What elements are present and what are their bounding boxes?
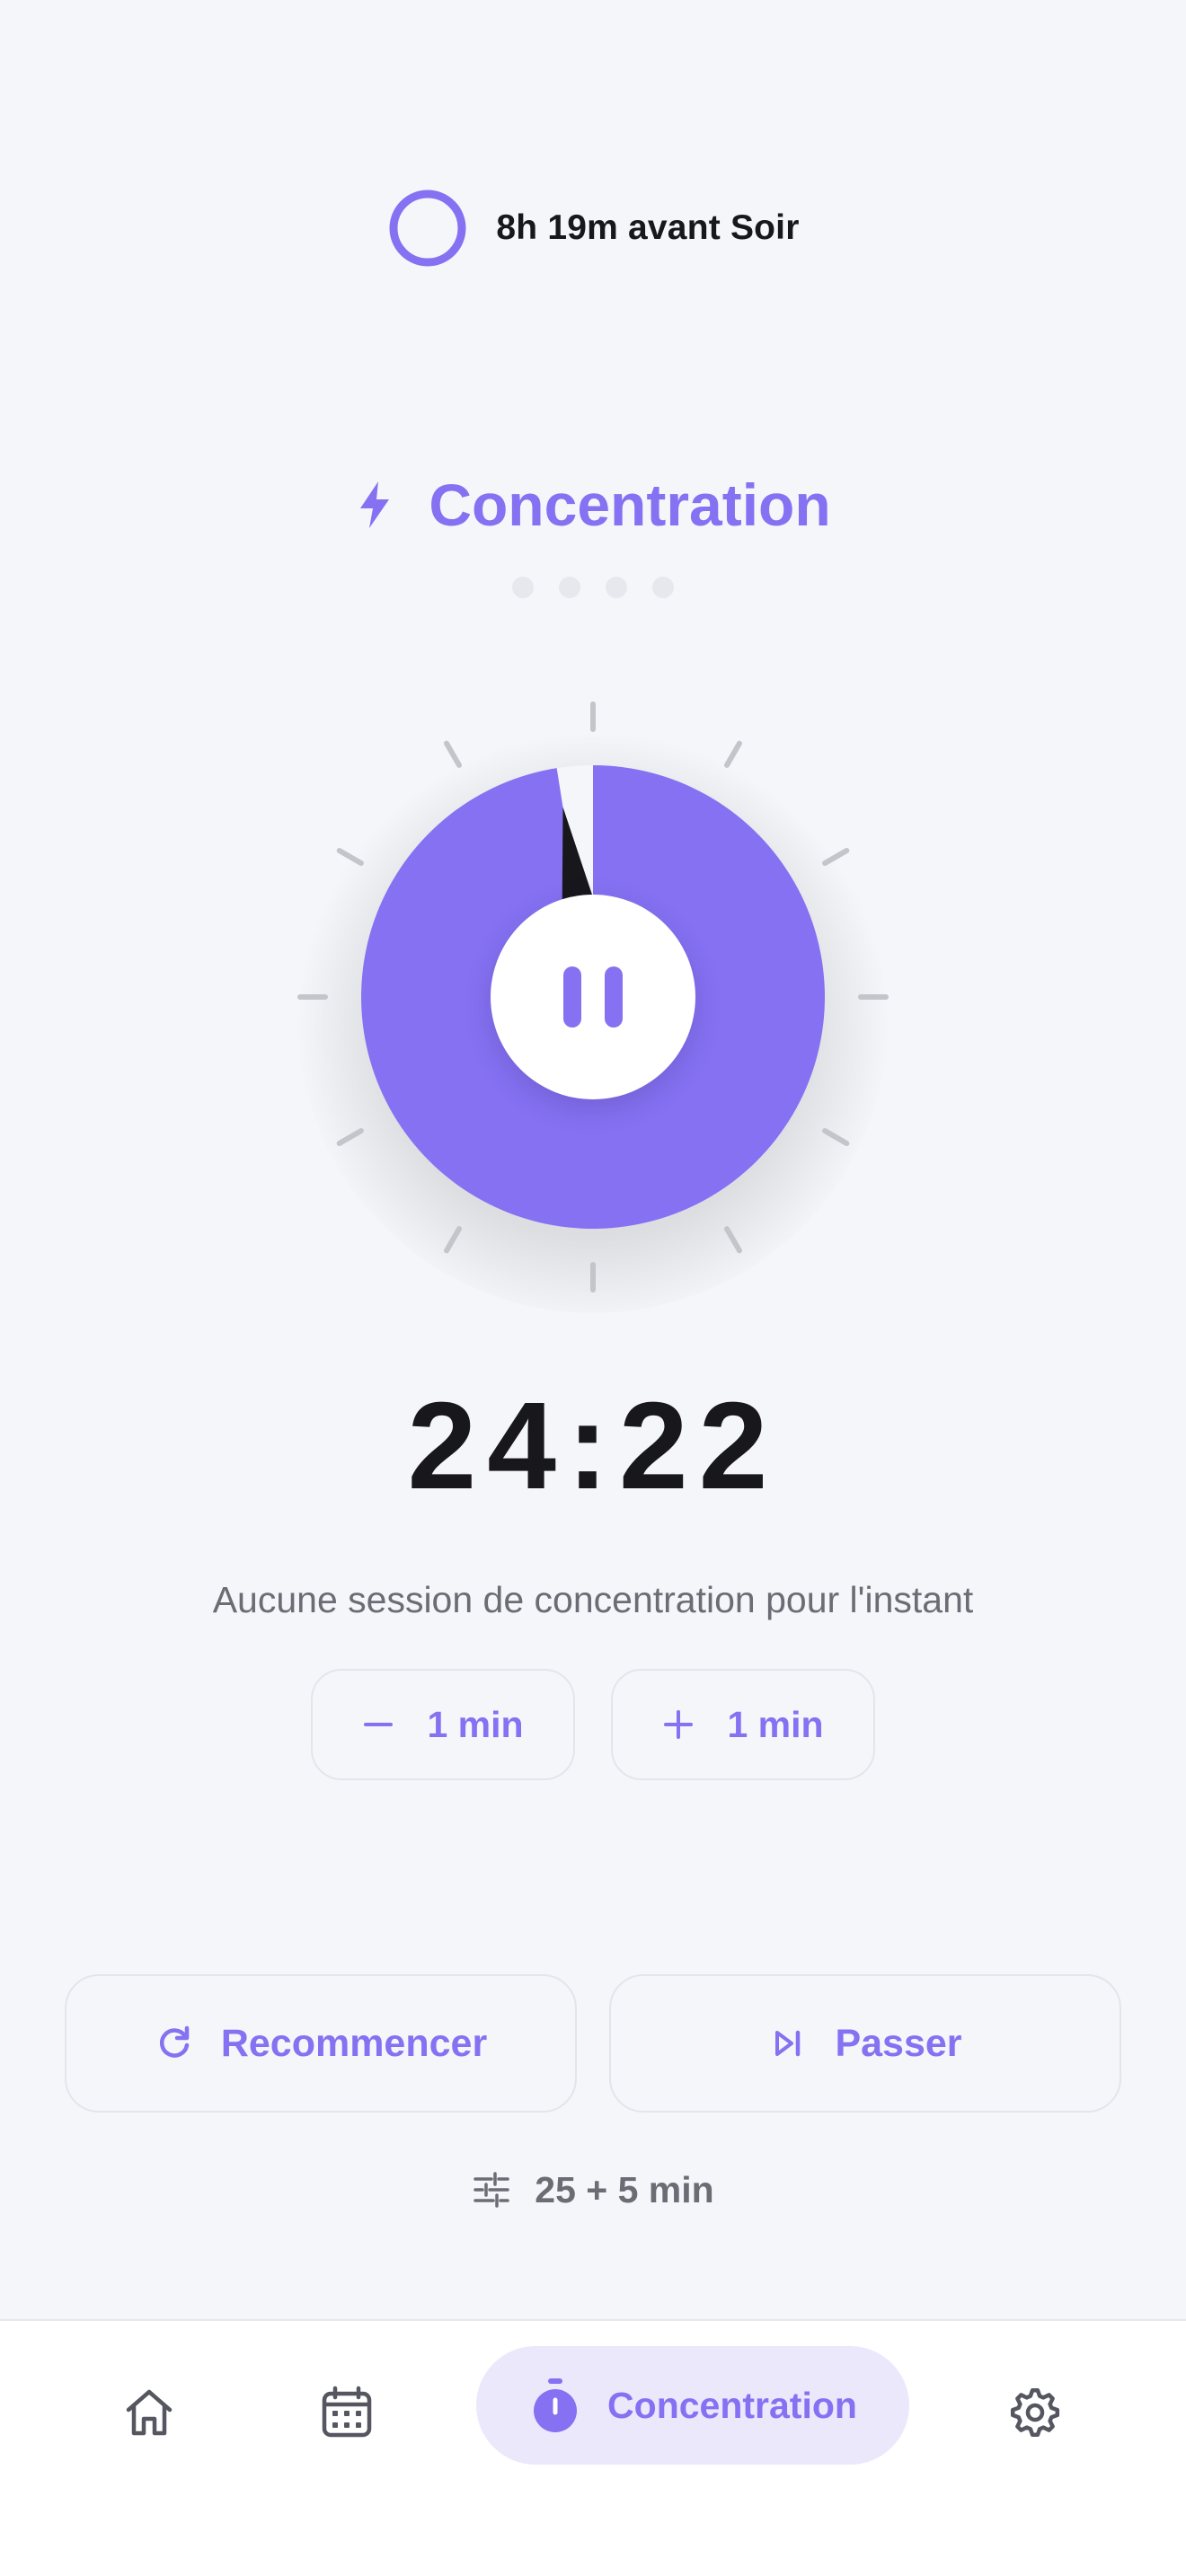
time-until-text: 8h 19m avant Soir	[496, 208, 800, 247]
session-dot	[652, 577, 674, 598]
action-row: Recommencer Passer	[65, 1974, 1121, 2114]
plus-icon	[664, 1710, 694, 1739]
minus-minute-label: 1 min	[427, 1703, 524, 1745]
calendar-icon	[322, 2386, 372, 2438]
restart-icon	[159, 2025, 190, 2058]
nav-concentration-label: Concentration	[607, 2384, 857, 2426]
nav-concentration[interactable]: Concentration	[476, 2346, 909, 2465]
phase-header: Concentration	[0, 469, 1186, 541]
restart-button[interactable]: Recommencer	[65, 1974, 577, 2113]
time-until-status: 8h 19m avant Soir	[0, 183, 1186, 273]
minus-icon	[364, 1723, 394, 1726]
gear-icon	[1010, 2387, 1060, 2438]
session-dot	[559, 577, 580, 598]
session-dot	[606, 577, 627, 598]
skip-button[interactable]: Passer	[609, 1974, 1121, 2113]
nav-home[interactable]	[104, 2368, 194, 2457]
pause-icon	[563, 966, 581, 1028]
home-icon	[126, 2389, 173, 2436]
restart-label: Recommencer	[220, 2021, 488, 2065]
nav-calendar[interactable]	[302, 2368, 392, 2457]
adjust-row: 1 min 1 min	[311, 1669, 875, 1782]
pause-icon-bar	[605, 966, 623, 1028]
bottom-nav: Concentration	[0, 2319, 1186, 2576]
session-dots	[0, 577, 1186, 598]
phase-title: Concentration	[429, 472, 831, 538]
timer-display: 24:22	[407, 1377, 779, 1515]
sliders-icon	[474, 2172, 510, 2208]
session-message: Aucune session de concentration pour l'i…	[212, 1579, 974, 1620]
preset-label: 25 + 5 min	[535, 2168, 714, 2210]
plus-minute-button[interactable]: 1 min	[611, 1669, 875, 1780]
skip-label: Passer	[835, 2021, 962, 2065]
bolt-icon	[360, 481, 390, 528]
session-dot	[512, 577, 534, 598]
nav-settings[interactable]	[990, 2368, 1080, 2457]
progress-ring-icon	[389, 190, 466, 267]
plus-minute-label: 1 min	[727, 1703, 824, 1745]
skip-icon	[775, 2030, 801, 2057]
preset-selector[interactable]: 25 + 5 min	[0, 2163, 1186, 2217]
stopwatch-icon	[534, 2378, 578, 2432]
pause-button[interactable]	[491, 895, 695, 1099]
minus-minute-button[interactable]: 1 min	[311, 1669, 575, 1780]
timer-dial	[270, 683, 916, 1329]
